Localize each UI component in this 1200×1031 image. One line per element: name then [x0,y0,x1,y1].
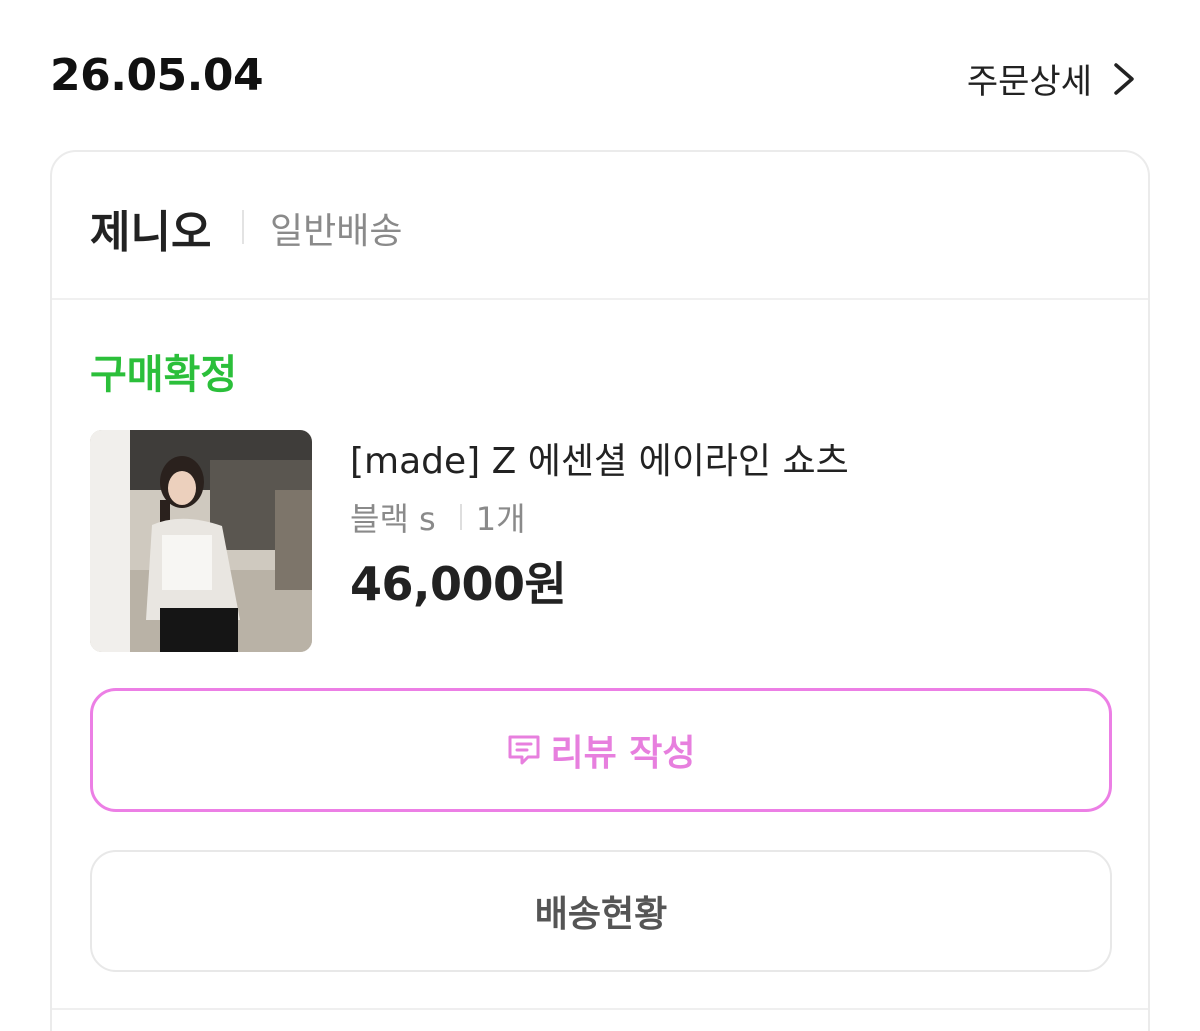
product-thumbnail[interactable] [90,430,312,652]
divider [242,210,244,244]
divider [459,504,462,530]
shipping-type: 일반배송 [270,211,403,252]
write-review-label: 리뷰 작성 [550,733,696,774]
shipping-status-label: 배송현황 [534,894,668,935]
review-speech-icon [508,735,540,765]
write-review-button[interactable]: 리뷰 작성 [90,688,1112,812]
chevron-right-icon [1114,62,1134,95]
product-option-row: 블랙 s 1개 [350,494,526,540]
order-date: 26.05.04 [50,50,264,101]
product-name[interactable]: [made] Z 에센셜 에이라인 쇼츠 [350,432,849,484]
product-quantity: 1개 [475,500,526,538]
seller-name[interactable]: 제니오 [90,196,211,260]
product-price: 46,000원 [350,557,567,611]
order-detail-link[interactable]: 주문상세 [967,54,1138,103]
seller-row: 제니오 일반배송 [52,152,1148,300]
order-header: 26.05.04 주문상세 [50,48,1150,108]
product-photo [90,430,312,652]
product-option: 블랙 s [350,500,436,538]
shipping-status-button[interactable]: 배송현황 [90,850,1112,972]
order-card: 제니오 일반배송 구매확정 [made] Z 에센셜 에이라인 쇼츠 블랙 s … [50,150,1150,1031]
divider [52,1008,1148,1010]
order-status: 구매확정 [90,352,238,398]
order-detail-label: 주문상세 [966,62,1092,102]
